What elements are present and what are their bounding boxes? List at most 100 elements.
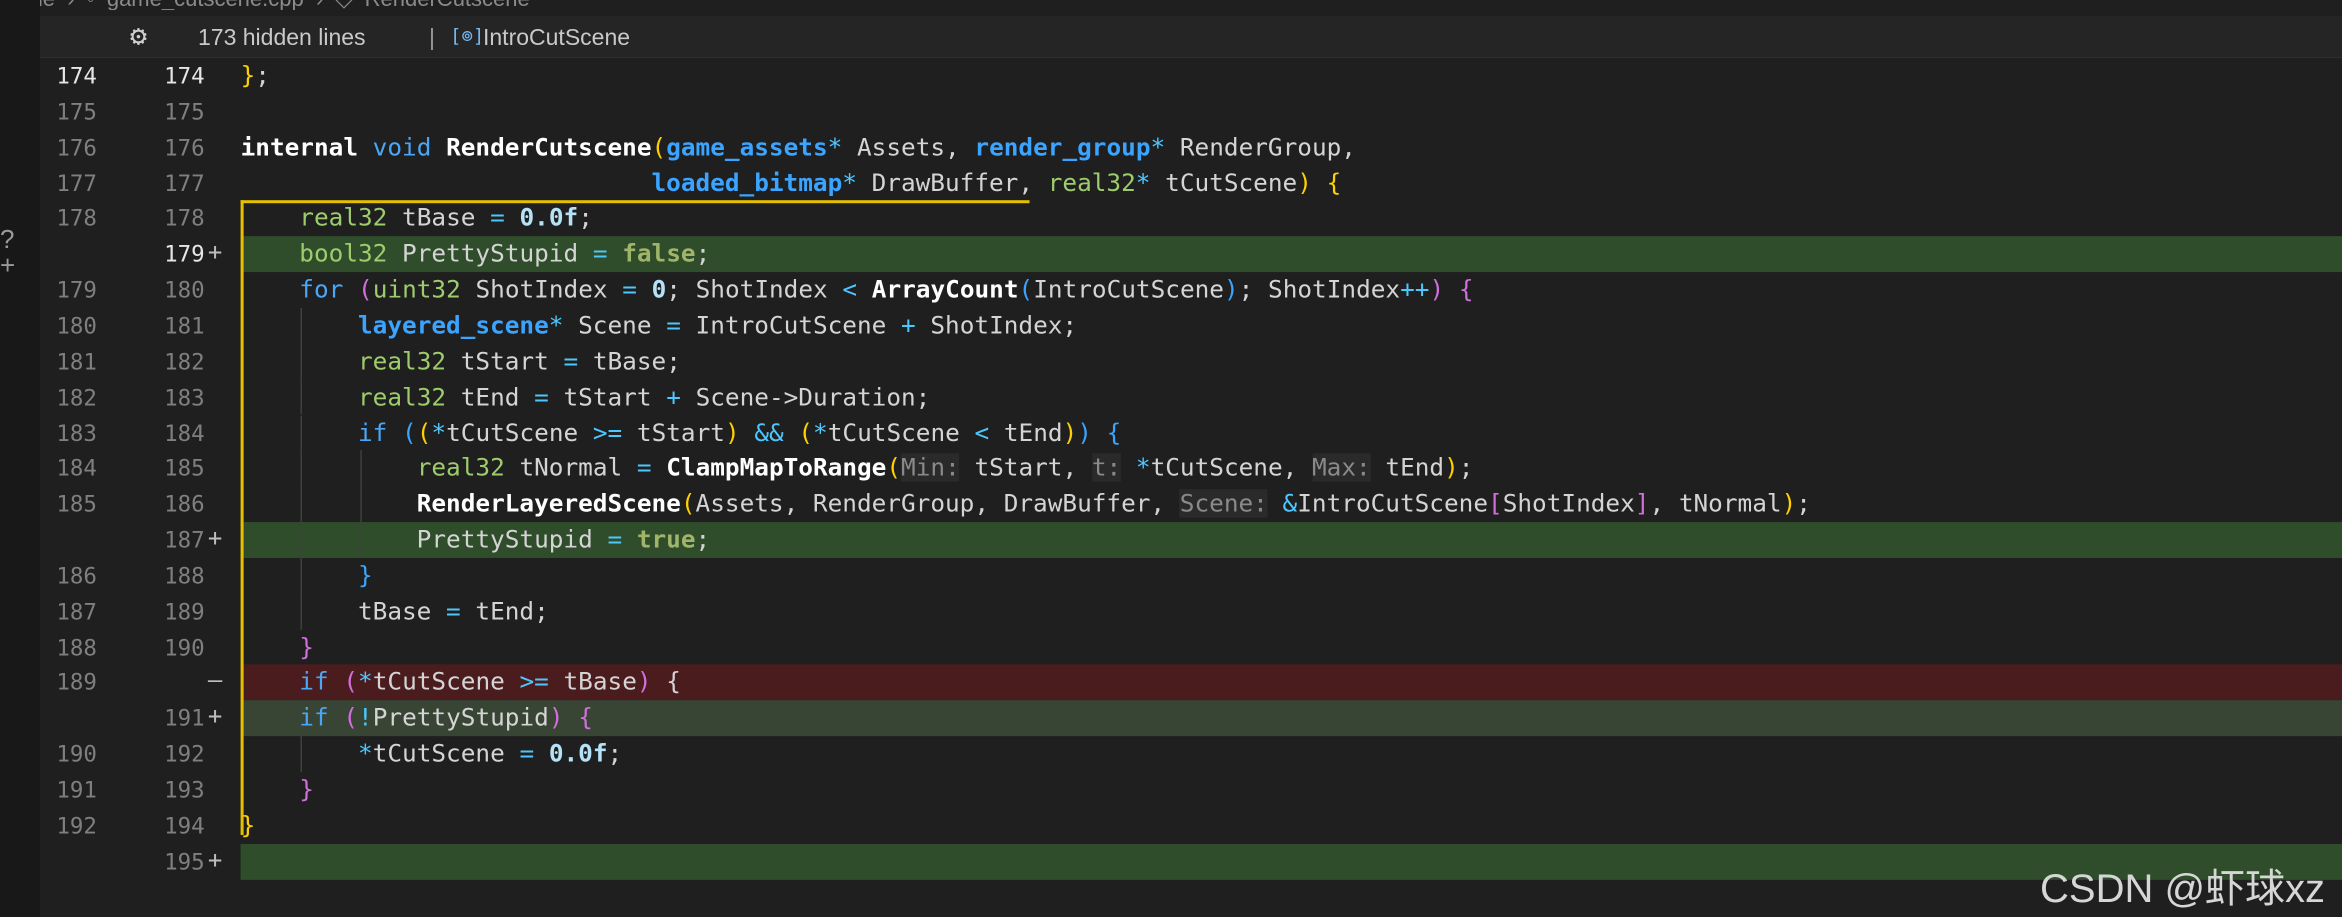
code-text[interactable]: real32 tStart = tBase; xyxy=(241,347,681,377)
code-token: ( xyxy=(886,453,902,483)
code-line[interactable]: 189 — if (*tCutScene >= tBase) { xyxy=(40,664,2342,701)
code-line[interactable]: 179 180 for (uint32 ShotIndex = 0; ShotIn… xyxy=(40,272,2342,308)
code-token: PrettyStupid xyxy=(387,239,593,268)
code-text[interactable]: if (*tCutScene >= tBase) { xyxy=(241,668,681,698)
diff-highlight xyxy=(241,629,2342,665)
diff-marker[interactable]: + xyxy=(205,524,226,552)
line-number-modified: 174 xyxy=(164,62,205,90)
code-token: { xyxy=(651,667,681,697)
code-token: ( xyxy=(343,667,359,697)
code-text[interactable]: real32 tBase = 0.0f; xyxy=(241,204,593,234)
line-number-modified: 175 xyxy=(164,98,205,126)
code-line[interactable]: 182 183 real32 tEnd = tStart + Scene->Dur… xyxy=(40,379,2342,416)
code-token: real32 xyxy=(416,453,505,483)
code-text[interactable]: RenderLayeredScene(Assets, RenderGroup, … xyxy=(241,489,1811,519)
code-token: tEnd xyxy=(446,382,535,411)
code-token: ArrayCount xyxy=(871,275,1019,304)
code-line[interactable]: 186 188 } xyxy=(40,557,2342,594)
code-text[interactable]: real32 tNormal = ClampMapToRange(Min: tS… xyxy=(241,453,1473,484)
gear-icon[interactable]: ⚙ xyxy=(130,20,147,52)
code-token: ClampMapToRange xyxy=(666,453,887,483)
code-line[interactable]: 183 184 if ((*tCutScene >= tStart) && (*t… xyxy=(40,415,2342,451)
code-text[interactable]: bool32 PrettyStupid = false; xyxy=(241,239,711,270)
symbol-name[interactable]: IntroCutScene xyxy=(483,24,630,51)
separator: | xyxy=(429,24,435,50)
code-line[interactable]: 177 177 loaded_bitmap* DrawBuffer, real32… xyxy=(40,165,2342,201)
code-text[interactable]: if (!PrettyStupid) { xyxy=(241,704,593,734)
code-line[interactable]: 176 176 internal void RenderCutscene(game_… xyxy=(40,129,2342,165)
code-token: } xyxy=(357,560,373,590)
code-token: ; ShotIndex xyxy=(1238,275,1401,304)
code-line[interactable]: 184 185 real32 tNormal = ClampMapToRange(… xyxy=(40,450,2342,487)
code-text[interactable]: } xyxy=(241,632,314,662)
line-number-modified: 181 xyxy=(164,312,205,340)
code-line[interactable]: 187 + PrettyStupid = true; xyxy=(40,522,2342,558)
code-token: ; xyxy=(607,739,623,768)
code-token: * xyxy=(431,418,447,447)
code-token: ; xyxy=(695,239,711,268)
code-token: uint32 xyxy=(372,275,461,304)
code-token: ] xyxy=(1634,489,1650,518)
code-text[interactable]: }; xyxy=(241,61,270,91)
code-text[interactable]: *tCutScene = 0.0f; xyxy=(241,739,623,769)
code-line[interactable]: 192 194} xyxy=(40,808,2342,844)
code-line[interactable]: 188 190 } xyxy=(40,629,2342,665)
code-token: void xyxy=(372,132,432,161)
diff-marker[interactable]: + xyxy=(205,702,226,730)
code-line[interactable]: 187 189 tBase = tEnd; xyxy=(40,593,2342,630)
code-token: ! xyxy=(358,703,373,733)
code-token: IntroCutScene xyxy=(1297,489,1489,518)
code-line[interactable]: 180 181 layered_scene* Scene = IntroCutSc… xyxy=(40,307,2342,344)
code-text[interactable]: internal void RenderCutscene(game_assets… xyxy=(241,132,1356,162)
help-plus-glyph[interactable]: ? + xyxy=(0,226,18,278)
code-text[interactable]: if ((*tCutScene >= tStart) && (*tCutScen… xyxy=(241,418,1121,448)
code-text[interactable]: loaded_bitmap* DrawBuffer, real32* tCutS… xyxy=(241,168,1341,198)
code-text[interactable]: real32 tEnd = tStart + Scene->Duration; xyxy=(241,382,930,412)
code-line[interactable]: 190 192 *tCutScene = 0.0f; xyxy=(40,736,2342,773)
code-token: 0.0f xyxy=(548,739,608,768)
code-text[interactable]: layered_scene* Scene = IntroCutScene + S… xyxy=(241,310,1077,341)
code-token: if xyxy=(299,667,329,697)
code-token: ( xyxy=(1018,275,1034,304)
code-token: IntroCutScene xyxy=(680,310,902,340)
breadcrumb[interactable]: game › ◦ game_cutscene.cpp › ◇ RenderCut… xyxy=(0,0,2342,10)
code-token: ) xyxy=(1223,275,1239,304)
code-token: ( xyxy=(416,418,432,447)
diff-editor[interactable]: 174 174}; 175 175 176 176 internal void Render… xyxy=(40,58,2342,917)
code-token: t: xyxy=(1091,453,1122,483)
code-line[interactable]: 181 182 real32 tStart = tBase; xyxy=(40,343,2342,380)
code-token: game_assets xyxy=(666,132,828,161)
diff-marker[interactable]: + xyxy=(205,845,226,873)
code-text[interactable]: tBase = tEnd; xyxy=(241,597,549,627)
hidden-lines-label[interactable]: 173 hidden lines xyxy=(198,24,366,51)
line-number-modified: 184 xyxy=(164,419,205,447)
line-number-modified: 195 xyxy=(164,847,205,875)
code-line[interactable]: 195 + xyxy=(40,843,2342,880)
code-line[interactable]: 179 + bool32 PrettyStupid = false; xyxy=(40,236,2342,273)
code-line[interactable]: 178 178 real32 tBase = 0.0f; xyxy=(40,200,2342,237)
code-text[interactable]: } xyxy=(241,561,373,591)
code-line[interactable]: 174 174}; xyxy=(40,58,2342,94)
code-line[interactable]: 191 193 } xyxy=(40,772,2342,808)
diff-marker[interactable]: + xyxy=(205,238,226,266)
code-token: tBase; xyxy=(578,346,681,376)
code-token: * xyxy=(357,739,373,768)
line-number-modified: 182 xyxy=(164,348,205,376)
code-token: + xyxy=(666,382,681,411)
code-token: ; ShotIndex xyxy=(666,275,843,304)
sticky-scroll-header[interactable]: ⚙ 173 hidden lines | [⊚] IntroCutScene xyxy=(40,16,2342,58)
code-text[interactable]: for (uint32 ShotIndex = 0; ShotIndex < A… xyxy=(241,275,1473,305)
code-line[interactable]: 191 + if (!PrettyStupid) { xyxy=(40,700,2342,737)
line-number-modified: 192 xyxy=(164,740,205,768)
diff-marker[interactable]: — xyxy=(205,666,226,694)
code-text[interactable]: } xyxy=(241,775,314,805)
code-line[interactable]: 175 175 xyxy=(40,94,2342,130)
code-line[interactable]: 185 186 RenderLayeredScene(Assets, Render… xyxy=(40,486,2342,523)
code-token: && xyxy=(754,418,784,447)
code-token: ; xyxy=(578,203,593,233)
code-text[interactable]: PrettyStupid = true; xyxy=(241,525,711,555)
code-token: for xyxy=(299,275,344,304)
line-number-modified: 191 xyxy=(164,705,205,733)
